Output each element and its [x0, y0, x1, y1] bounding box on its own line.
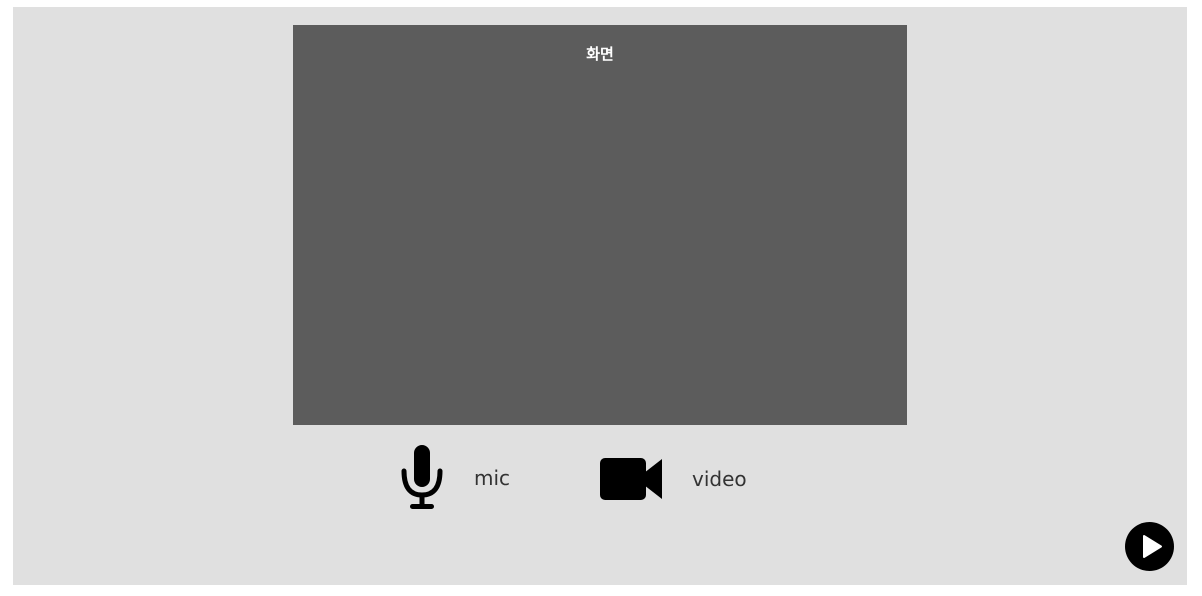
mic-toggle[interactable]: mic: [400, 445, 510, 511]
video-camera-icon: [600, 458, 662, 500]
play-icon: [1125, 522, 1174, 571]
video-label: video: [692, 467, 747, 491]
screen-label: 화면: [586, 45, 614, 63]
microphone-icon: [400, 445, 444, 511]
main-panel: 화면 mic video: [13, 7, 1187, 585]
next-button[interactable]: [1125, 522, 1174, 571]
video-screen: 화면: [293, 25, 907, 425]
mic-label: mic: [474, 466, 511, 490]
video-toggle[interactable]: video: [600, 457, 747, 501]
